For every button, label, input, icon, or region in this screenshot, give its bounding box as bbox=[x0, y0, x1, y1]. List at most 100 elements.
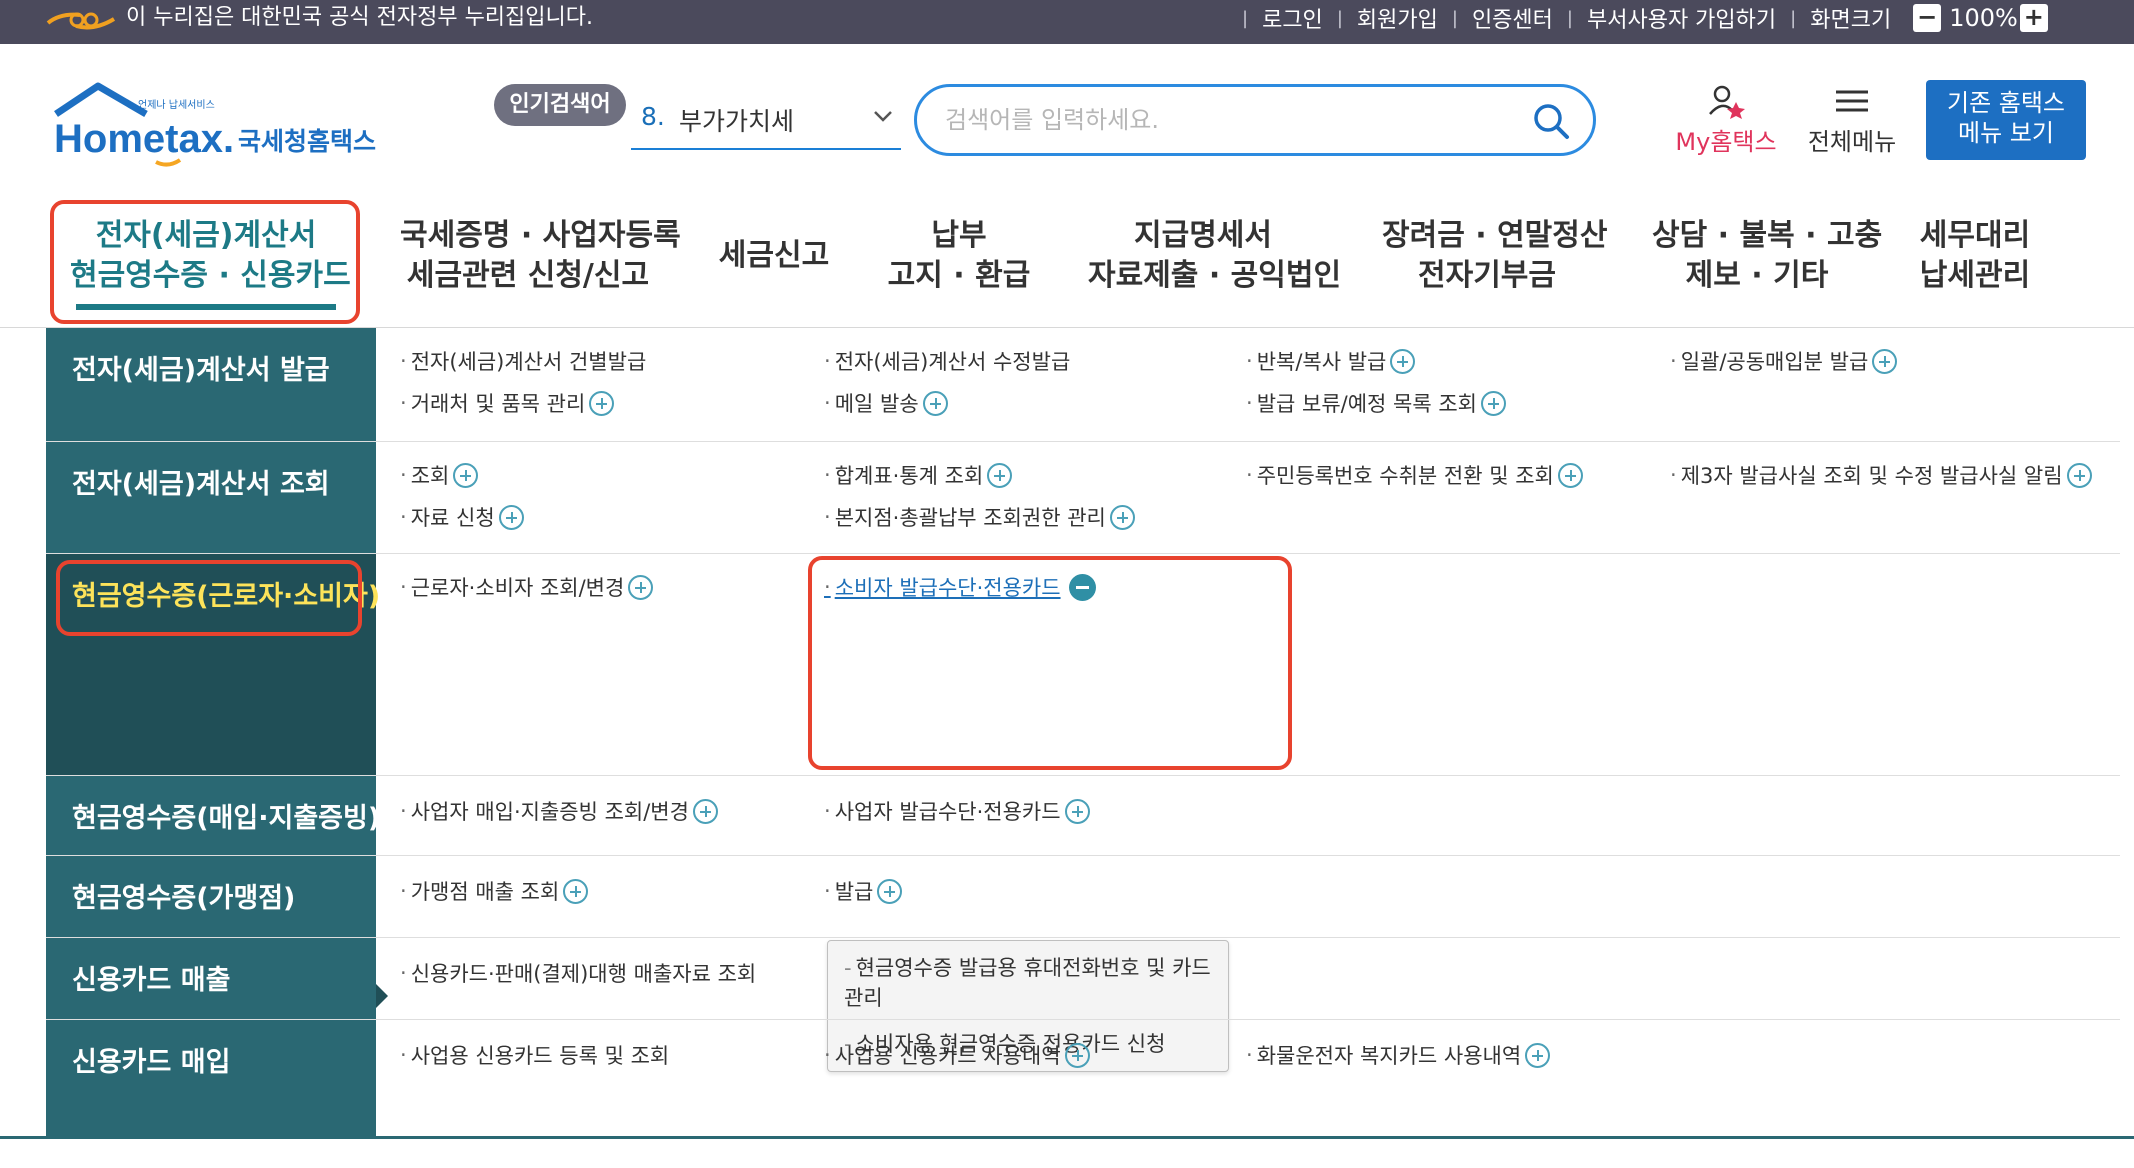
category-cash-receipt-purchase[interactable]: 현금영수증(매입·지출증빙) bbox=[46, 776, 380, 855]
expand-plus-icon[interactable] bbox=[922, 390, 948, 416]
screen-size-label: 화면크기 bbox=[1810, 8, 1892, 33]
menu-item[interactable]: · 화물운전자 복지카드 사용내역 bbox=[1246, 1040, 1551, 1070]
menu-item[interactable]: · 메일 발송 bbox=[824, 388, 948, 418]
gov-notice-text: 이 누리집은 대한민국 공식 전자정부 누리집입니다. bbox=[126, 5, 594, 30]
expand-plus-icon[interactable] bbox=[1064, 798, 1090, 824]
search-input[interactable] bbox=[945, 99, 1505, 141]
menu-row-cash-receipt-merchant: 현금영수증(가맹점) · 가맹점 매출 조회 · 발급 bbox=[46, 856, 2120, 938]
mega-menu: 전자(세금)계산서 발급 · 전자(세금)계산서 건별발급 · 전자(세금)계산서 … bbox=[0, 328, 2134, 1140]
nav-tab-certificates[interactable]: 국세증명 · 사업자등록 세금관련 신청/신고 bbox=[400, 216, 681, 296]
menu-item[interactable]: · 합계표·통계 조회 bbox=[824, 460, 1013, 490]
menu-item[interactable]: · 제3자 발급사실 조회 및 수정 발급사실 알림 bbox=[1670, 460, 2092, 490]
hometax-logo[interactable]: 언제나 납세서비스 Hometax. 국세청홈택스 bbox=[48, 80, 398, 170]
expand-plus-icon[interactable] bbox=[1064, 1042, 1090, 1068]
hamburger-menu-icon bbox=[1836, 90, 1868, 112]
menu-item[interactable]: · 반복/복사 발급 bbox=[1246, 346, 1416, 376]
nav-tab-payment-statement[interactable]: 지급명세서 자료제출 · 공익법인 bbox=[1088, 216, 1342, 296]
signup-link[interactable]: 회원가입 bbox=[1357, 2, 1438, 34]
nav-tab-line2: 세금관련 신청/신고 bbox=[406, 258, 650, 293]
popular-search-dropdown[interactable]: 8. 부가가치세 bbox=[631, 100, 901, 150]
expand-plus-icon[interactable] bbox=[453, 462, 479, 488]
zoom-value: 100% bbox=[1949, 4, 2018, 32]
nav-tab-payment[interactable]: 납부 고지 · 환급 bbox=[886, 216, 1032, 296]
cert-center-link[interactable]: 인증센터 bbox=[1472, 2, 1553, 34]
nav-tab-tax-filing[interactable]: 세금신고 bbox=[714, 236, 834, 276]
nav-tab-line1: 장려금 · 연말정산 bbox=[1382, 218, 1608, 253]
nav-tab-line2: 자료제출 · 공익법인 bbox=[1088, 258, 1342, 293]
menu-item[interactable]: · 본지점·총괄납부 조회권한 관리 bbox=[824, 502, 1135, 532]
expand-plus-icon[interactable] bbox=[877, 878, 903, 904]
menu-item[interactable]: · 발급 bbox=[824, 876, 903, 906]
expand-plus-icon[interactable] bbox=[1390, 348, 1416, 374]
expand-plus-icon[interactable] bbox=[589, 390, 615, 416]
menu-item[interactable]: · 근로자·소비자 조회/변경 bbox=[400, 572, 654, 602]
menu-item[interactable]: · 거래처 및 품목 관리 bbox=[400, 388, 615, 418]
menu-item[interactable]: · 일괄/공동매입분 발급 bbox=[1670, 346, 1898, 376]
main-nav: 전자(세금)계산서 현금영수증 · 신용카드 국세증명 · 사업자등록 세금관련… bbox=[0, 196, 2134, 328]
category-e-invoice-inquiry[interactable]: 전자(세금)계산서 조회 bbox=[46, 442, 376, 553]
menu-item[interactable]: · 조회 bbox=[400, 460, 479, 490]
menu-item[interactable]: · 가맹점 매출 조회 bbox=[400, 876, 589, 906]
search-box bbox=[914, 84, 1596, 156]
menu-item[interactable]: · 자료 신청 bbox=[400, 502, 524, 532]
category-e-invoice-issue[interactable]: 전자(세금)계산서 발급 bbox=[46, 328, 376, 441]
menu-item[interactable]: · 사업자 매입·지출증빙 조회/변경 bbox=[400, 796, 718, 826]
expand-plus-icon[interactable] bbox=[1872, 348, 1898, 374]
logo-tagline: 언제나 납세서비스 bbox=[138, 99, 215, 111]
category-cash-receipt-merchant[interactable]: 현금영수증(가맹점) bbox=[46, 856, 376, 937]
nav-tab-line1: 지급명세서 bbox=[1134, 218, 1272, 253]
expand-plus-icon[interactable] bbox=[1557, 462, 1583, 488]
nav-tab-line2: 제보 · 기타 bbox=[1685, 258, 1829, 293]
category-card-purchase[interactable]: 신용카드 매입 bbox=[46, 1020, 376, 1136]
login-link[interactable]: 로그인 bbox=[1262, 2, 1323, 34]
all-menu-label: 전체메뉴 bbox=[1807, 128, 1897, 156]
expand-plus-icon[interactable] bbox=[1481, 390, 1506, 416]
menu-row-cash-receipt-consumer: 현금영수증(근로자·소비자) · 근로자·소비자 조회/변경 · 소비자 발급수단·… bbox=[46, 554, 2120, 776]
nav-tab-line1: 상담 · 불복 · 고충 bbox=[1652, 218, 1883, 253]
menu-row-inquiry: 전자(세금)계산서 조회 · 조회 · 합계표·통계 조회 · 주민등록번호 수취분 … bbox=[46, 442, 2120, 554]
nav-tab-tax-agent[interactable]: 세무대리 납세관리 bbox=[1914, 216, 2036, 296]
zoom-in-button[interactable]: + bbox=[2019, 4, 2048, 32]
menu-item[interactable]: · 사업자 발급수단·전용카드 bbox=[824, 796, 1090, 826]
all-menu-button[interactable]: 전체메뉴 bbox=[1800, 84, 1904, 156]
expand-plus-icon[interactable] bbox=[628, 574, 654, 600]
nav-tab-consulting[interactable]: 상담 · 불복 · 고충 제보 · 기타 bbox=[1652, 216, 1883, 296]
expand-plus-icon[interactable] bbox=[1525, 1042, 1551, 1068]
egov-logo-icon bbox=[46, 12, 116, 30]
menu-item[interactable]: · 전자(세금)계산서 건별발급 bbox=[400, 346, 646, 376]
menu-row-card-sales: 신용카드 매출 · 신용카드·판매(결제)대행 매출자료 조회 bbox=[46, 938, 2120, 1020]
top-links: | 로그인 | 회원가입 | 인증센터 | 부서사용자 가입하기 | 화면크기 … bbox=[1228, 2, 2048, 34]
my-hometax-label: My홈택스 bbox=[1675, 128, 1777, 156]
menu-bottom-border bbox=[0, 1136, 2134, 1139]
menu-item[interactable]: · 주민등록번호 수취분 전환 및 조회 bbox=[1246, 460, 1583, 490]
menu-item[interactable]: · 사업용 신용카드 사용내역 bbox=[824, 1040, 1090, 1070]
search-icon[interactable] bbox=[1531, 101, 1571, 141]
my-hometax-button[interactable]: My홈택스 bbox=[1666, 84, 1786, 156]
popular-search-rank: 8. bbox=[641, 102, 665, 131]
expand-plus-icon[interactable] bbox=[2066, 462, 2092, 488]
menu-item[interactable]: · 전자(세금)계산서 수정발급 bbox=[824, 346, 1070, 376]
expand-plus-icon[interactable] bbox=[1109, 504, 1135, 530]
nav-tab-line1: 국세증명 · 사업자등록 bbox=[400, 218, 681, 253]
expand-plus-icon[interactable] bbox=[692, 798, 718, 824]
nav-tab-line2: 전자기부금 bbox=[1418, 258, 1556, 293]
category-card-sales[interactable]: 신용카드 매출 bbox=[46, 938, 376, 1019]
expand-plus-icon[interactable] bbox=[563, 878, 589, 904]
old-hometax-menu-button[interactable]: 기존 홈택스 메뉴 보기 bbox=[1926, 80, 2086, 160]
popular-search-term: 부가가치세 bbox=[679, 107, 795, 136]
dept-user-signup-link[interactable]: 부서사용자 가입하기 bbox=[1587, 2, 1776, 34]
nav-tab-line1: 세금신고 bbox=[718, 238, 830, 273]
zoom-control: − 100% + bbox=[1913, 4, 2048, 32]
nav-tab-incentives[interactable]: 장려금 · 연말정산 전자기부금 bbox=[1382, 216, 1608, 296]
zoom-out-button[interactable]: − bbox=[1913, 4, 1942, 32]
old-menu-line2: 메뉴 보기 bbox=[1958, 119, 2054, 147]
highlight-box bbox=[50, 200, 360, 324]
popular-search-badge: 인기검색어 bbox=[494, 84, 626, 126]
menu-item[interactable]: · 발급 보류/예정 목록 조회 bbox=[1246, 388, 1506, 418]
menu-row-card-purchase: 신용카드 매입 · 사업용 신용카드 등록 및 조회 · 사업용 신용카드 사용내역… bbox=[46, 1020, 2120, 1136]
menu-item[interactable]: · 신용카드·판매(결제)대행 매출자료 조회 bbox=[400, 958, 756, 988]
nav-tab-line2: 고지 · 환급 bbox=[887, 258, 1031, 293]
expand-plus-icon[interactable] bbox=[987, 462, 1013, 488]
expand-plus-icon[interactable] bbox=[498, 504, 524, 530]
menu-item[interactable]: · 사업용 신용카드 등록 및 조회 bbox=[400, 1040, 669, 1070]
